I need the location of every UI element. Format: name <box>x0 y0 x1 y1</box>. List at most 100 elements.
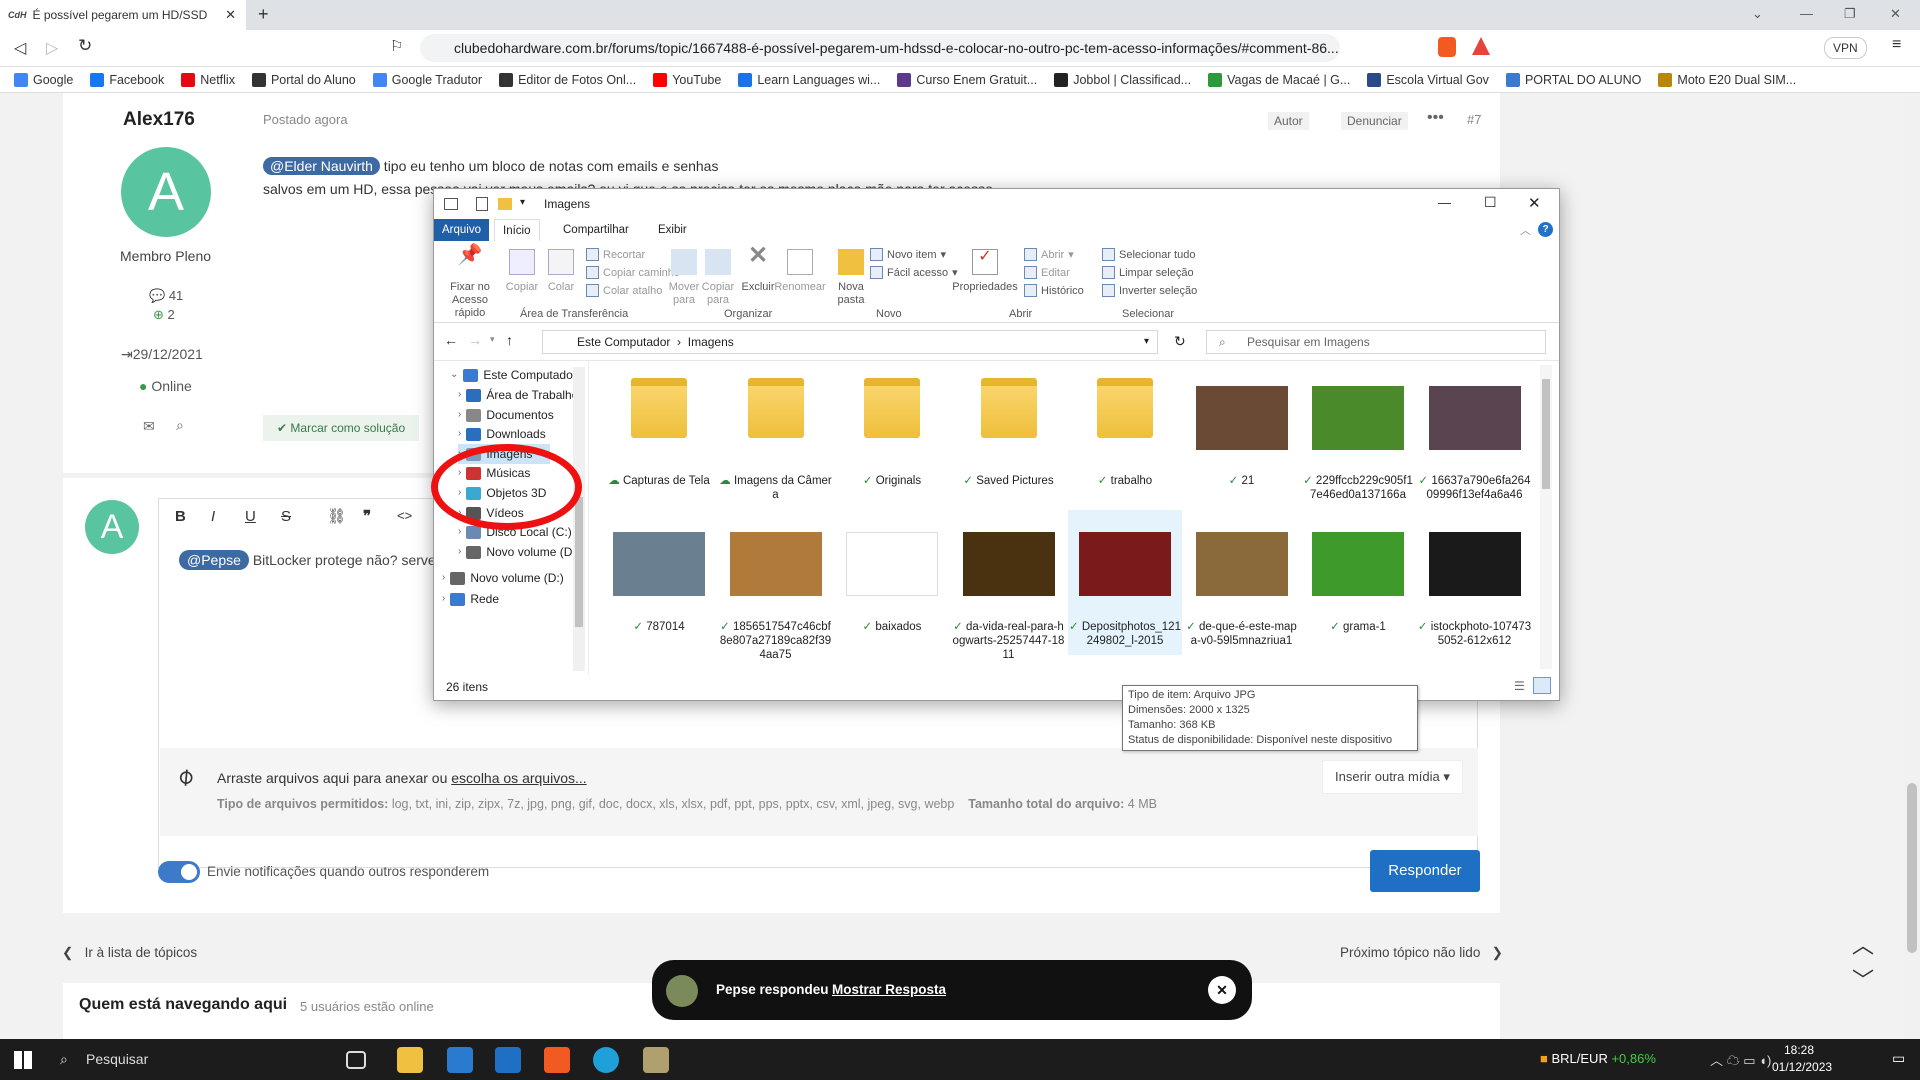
bookmark-item[interactable]: Google Tradutor <box>372 72 482 87</box>
explorer-minimize-icon[interactable]: — <box>1438 195 1451 210</box>
menu-icon[interactable]: ≡ <box>1892 36 1901 54</box>
qa-dropdown-icon[interactable]: ▾ <box>520 197 525 208</box>
invert-selection-button[interactable]: Inverter seleção <box>1102 284 1197 297</box>
crumb-dropdown-icon[interactable]: ▾ <box>1144 331 1149 353</box>
tree-scrollbar[interactable] <box>573 367 585 671</box>
file-item[interactable]: ✓ Originals <box>835 364 949 509</box>
bold-button[interactable]: B <box>175 508 186 525</box>
rewards-icon[interactable] <box>1472 37 1490 55</box>
grid-scrollbar[interactable] <box>1540 365 1552 669</box>
tree-item[interactable]: › Novo volume (D:) <box>442 568 564 588</box>
tree-item[interactable]: › Novo volume (D: <box>458 542 576 562</box>
tree-item[interactable]: › Rede <box>442 589 499 609</box>
history-button[interactable]: Histórico <box>1024 284 1084 297</box>
underline-button[interactable]: U <box>245 508 256 525</box>
tree-item[interactable]: › Área de Trabalho <box>458 385 578 405</box>
crumb-images[interactable]: Imagens <box>688 335 734 349</box>
bookmark-icon[interactable]: ⚐ <box>390 37 403 55</box>
page-scrollbar[interactable] <box>1904 93 1920 1039</box>
browser-tab[interactable]: CdH É possível pegarem um HD/SSD ✕ <box>0 0 246 30</box>
open-button[interactable]: Abrir ▾ <box>1024 248 1074 261</box>
forward-icon[interactable]: ▷ <box>46 38 58 58</box>
tree-item[interactable]: ⌄ Este Computador <box>450 365 577 385</box>
tree-expand-icon[interactable]: › <box>458 424 461 444</box>
mail-taskbar-icon[interactable] <box>495 1047 521 1073</box>
file-item[interactable]: ✓ Depositphotos_121249802_l-2015 <box>1068 510 1182 655</box>
code-icon[interactable]: <> <box>397 508 412 523</box>
details-view-icon[interactable]: ☰ <box>1514 679 1525 693</box>
reply-mention-chip[interactable]: @Pepse <box>179 550 249 570</box>
copy-button[interactable]: Copiar <box>504 249 540 294</box>
select-none-button[interactable]: Limpar seleção <box>1102 266 1194 279</box>
refresh-icon[interactable]: ↻ <box>1174 333 1186 350</box>
post-author[interactable]: Alex176 <box>123 109 195 131</box>
next-topic-link[interactable]: Próximo tópico não lido ❯ <box>1340 945 1503 961</box>
new-item-button[interactable]: Novo item ▾ <box>870 248 946 261</box>
nav-forward-icon[interactable]: → <box>468 332 482 348</box>
file-explorer-taskbar-icon[interactable] <box>397 1047 423 1073</box>
tab-exibir[interactable]: Exibir <box>650 219 695 241</box>
move-to-button[interactable]: Mover para <box>666 249 702 307</box>
tray-icons[interactable]: ︿ ☁ ▭ ◖) <box>1710 1050 1771 1069</box>
pin-quick-access-button[interactable]: 📌 Fixar no Acesso rápido <box>440 245 500 320</box>
attachment-area[interactable]: ⌀ Arraste arquivos aqui para anexar ou e… <box>160 748 1478 836</box>
nav-recent-icon[interactable]: ▾ <box>490 334 495 345</box>
file-item[interactable]: ✓ 1856517547c46cbf8e807a27189ca82f394aa7… <box>719 510 833 661</box>
file-item[interactable]: ✓ istockphoto-1074735052-612x612 <box>1418 510 1532 655</box>
bookmark-item[interactable]: Facebook <box>90 72 164 87</box>
back-to-list-link[interactable]: ❮ Ir à lista de tópicos <box>62 945 197 961</box>
explorer-close-icon[interactable]: ✕ <box>1528 194 1541 212</box>
tab-search-icon[interactable]: ⌄ <box>1752 6 1763 22</box>
minimize-icon[interactable]: — <box>1800 6 1813 21</box>
notify-toggle[interactable] <box>158 861 200 883</box>
store-icon[interactable] <box>447 1047 473 1073</box>
edit-button[interactable]: Editar <box>1024 266 1070 279</box>
vpn-button[interactable]: VPN <box>1824 37 1867 59</box>
brave-shield-icon[interactable] <box>1438 37 1456 57</box>
choose-files-link[interactable]: escolha os arquivos... <box>451 770 586 786</box>
bookmark-item[interactable]: Moto E20 Dual SIM... <box>1658 72 1796 87</box>
file-item[interactable]: ✓ baixados <box>835 510 949 655</box>
properties-button[interactable]: ✓ Propriedades <box>952 249 1018 294</box>
bookmark-item[interactable]: Editor de Fotos Onl... <box>499 72 636 87</box>
back-icon[interactable]: ◁ <box>14 38 26 58</box>
tree-expand-icon[interactable]: › <box>458 542 461 562</box>
file-item[interactable]: ☁ Capturas de Tela <box>602 364 716 509</box>
start-icon[interactable] <box>14 1051 32 1069</box>
currency-widget[interactable]: ■ BRL/EUR +0,86% <box>1540 1051 1656 1066</box>
url-field[interactable]: clubedohardware.com.br/forums/topic/1667… <box>420 34 1340 62</box>
paste-shortcut-button[interactable]: Colar atalho <box>586 284 662 297</box>
show-reply-link[interactable]: Mostrar Resposta <box>832 982 946 997</box>
search-icon[interactable]: ⌕ <box>176 417 184 434</box>
quote-icon[interactable]: ❞ <box>363 507 371 525</box>
mail-icon[interactable]: ✉ <box>143 418 155 435</box>
bookmark-item[interactable]: Learn Languages wi... <box>738 72 880 87</box>
nav-up-icon[interactable]: ↑ <box>506 332 513 348</box>
ribbon-collapse-icon[interactable]: ︿ <box>1520 222 1531 238</box>
tree-scroll-thumb[interactable] <box>575 497 583 627</box>
bookmark-item[interactable]: Escola Virtual Gov <box>1367 72 1489 87</box>
properties-qa-icon[interactable] <box>476 197 488 211</box>
bookmark-item[interactable]: Curso Enem Gratuit... <box>897 72 1037 87</box>
tree-item[interactable]: › Downloads <box>458 424 546 444</box>
post-number[interactable]: #7 <box>1467 112 1481 127</box>
mark-solution-button[interactable]: ✔ Marcar como solução <box>263 415 420 441</box>
file-item[interactable]: ✓ Saved Pictures <box>952 364 1066 509</box>
scroll-down-icon[interactable]: ﹀ <box>1852 963 1874 995</box>
mention-chip[interactable]: @Elder Nauvirth <box>263 157 380 175</box>
editor-content[interactable]: @Pepse BitLocker protege não? serve <box>179 550 436 570</box>
file-item[interactable]: ✓ 16637a790e6fa26409996f13ef4a6a46 <box>1418 364 1532 509</box>
restore-icon[interactable]: ❐ <box>1844 6 1856 22</box>
notification-toast[interactable]: Pepse respondeu Mostrar Resposta ✕ <box>652 960 1252 1020</box>
tab-arquivo[interactable]: Arquivo <box>434 219 489 241</box>
new-folder-button[interactable]: Nova pasta <box>834 249 868 307</box>
bookmark-item[interactable]: PORTAL DO ALUNO <box>1505 72 1641 87</box>
tree-expand-icon[interactable]: › <box>458 385 461 405</box>
tree-expand-icon[interactable]: › <box>442 568 445 588</box>
edge-taskbar-icon[interactable] <box>593 1047 619 1073</box>
link-icon[interactable]: ⛓ <box>327 507 346 525</box>
report-button[interactable]: Denunciar <box>1341 112 1408 130</box>
tab-inicio[interactable]: Início <box>494 219 540 241</box>
thumbnail-view-icon[interactable] <box>1533 677 1551 694</box>
bookmark-item[interactable]: Google <box>14 72 73 87</box>
